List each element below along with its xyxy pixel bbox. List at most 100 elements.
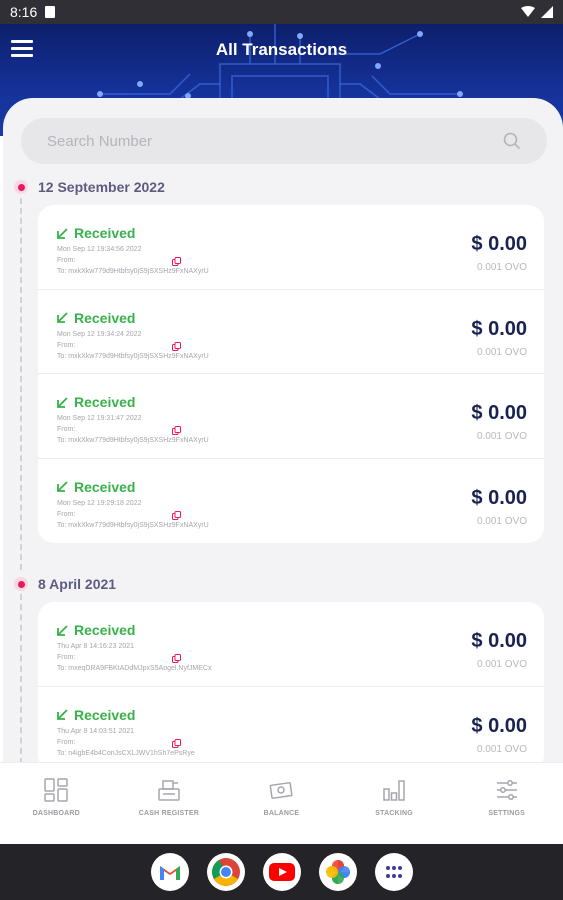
timeline-dot-icon [14, 577, 28, 591]
transaction-from: From: [57, 257, 76, 264]
transaction-date: Thu Apr 8 14:16:23 2021 [57, 643, 135, 650]
transaction-amount: $ 0.00 [471, 486, 527, 509]
transaction-type-label: Received [74, 622, 136, 638]
transaction-coin-amount: 0.001 OVO [476, 743, 527, 755]
timeline-dot-icon [14, 180, 28, 194]
transaction-type-label: Received [74, 394, 136, 410]
transaction-amount: $ 0.00 [471, 630, 527, 652]
nav-label: DASHBOARD [32, 810, 80, 817]
transaction-coin-amount: 0.001 OVO [476, 659, 527, 670]
copy-icon[interactable] [172, 510, 181, 520]
status-time: 8:16 [10, 4, 38, 20]
search-input[interactable] [47, 132, 503, 150]
photos-icon[interactable] [318, 853, 357, 891]
app-drawer-icon[interactable] [374, 853, 413, 891]
transaction-coin-amount: 0.001 OVO [476, 262, 527, 273]
transaction-from: From: [57, 510, 76, 518]
timeline-line [20, 594, 22, 762]
transaction-date: Mon Sep 12 19:31:47 2022 [57, 415, 142, 422]
signal-icon [541, 6, 553, 18]
copy-icon[interactable] [172, 257, 181, 266]
transaction-from: From: [57, 341, 76, 349]
transaction-item[interactable]: Received Thu Apr 8 14:16:23 2021 From: T… [38, 602, 544, 687]
arrow-received-icon [57, 709, 68, 720]
transaction-type: Received [56, 622, 135, 638]
timeline-line [20, 198, 22, 570]
nav-label: STACKING [375, 810, 413, 817]
transaction-type: Received [56, 394, 135, 410]
nav-settings[interactable]: SETTINGS [450, 763, 563, 844]
transaction-card: Received Mon Sep 12 19:34:56 2022 From: … [38, 205, 544, 543]
transaction-from: From: [57, 738, 76, 746]
transaction-to: To: mxeqDRA9FBKtADdMJpxS5Aogel.NyfJMECx [57, 665, 212, 672]
settings-icon [496, 780, 517, 800]
copy-icon[interactable] [172, 426, 181, 435]
stacking-icon [383, 780, 405, 801]
cash-register-icon [158, 780, 180, 801]
transaction-coin-amount: 0.001 OVO [476, 515, 527, 527]
balance-icon [270, 782, 293, 799]
chrome-icon[interactable] [206, 853, 245, 891]
transaction-from: From: [57, 426, 76, 433]
transaction-to: To: mxkXkw779d9Htbfsy0jS9jSXSHz9FxNAXyrU [57, 521, 209, 529]
transactions-panel: 12 September 2022 Received Mon Sep 12 19… [3, 98, 563, 762]
wifi-icon [521, 6, 535, 17]
transaction-item[interactable]: Received Mon Sep 12 19:29:18 2022 From: … [38, 459, 544, 544]
transaction-date: Mon Sep 12 19:34:24 2022 [57, 330, 142, 338]
transaction-type: Received [56, 707, 135, 723]
arrow-received-icon [57, 396, 68, 408]
transaction-coin-amount: 0.001 OVO [476, 431, 527, 442]
arrow-received-icon [57, 312, 68, 323]
gmail-icon[interactable] [150, 853, 189, 891]
copy-icon[interactable] [172, 654, 181, 663]
nav-balance[interactable]: BALANCE [225, 763, 338, 844]
transaction-type-label: Received [74, 706, 136, 723]
page-title: All Transactions [215, 40, 348, 59]
transaction-from: From: [57, 654, 76, 661]
transaction-to: To: mxkXkw779d9Htbfsy0jS9jSXSHz9FxNAXyrU [57, 268, 209, 275]
transaction-item[interactable]: Received Mon Sep 12 19:34:56 2022 From: … [38, 205, 544, 290]
bottom-nav: DASHBOARD CASH REGISTER BALANCE STACKING… [0, 762, 563, 844]
transaction-item[interactable]: Received Mon Sep 12 19:34:24 2022 From: … [38, 290, 544, 374]
date-label: 12 September 2022 [38, 179, 165, 195]
sd-card-icon [45, 6, 56, 18]
date-header: 8 April 2021 [14, 576, 116, 592]
dashboard-icon [44, 778, 69, 802]
transaction-type-label: Received [74, 478, 136, 495]
copy-icon[interactable] [172, 738, 181, 748]
transaction-date: Mon Sep 12 19:34:56 2022 [57, 246, 142, 253]
arrow-received-icon [57, 227, 68, 239]
transaction-to: To: mxkXkw779d9Htbfsy0jS9jSXSHz9FxNAXyrU [57, 437, 209, 444]
transaction-date: Mon Sep 12 19:29:18 2022 [57, 499, 142, 507]
date-header: 12 September 2022 [14, 179, 165, 195]
nav-cash-register[interactable]: CASH REGISTER [113, 763, 226, 844]
transaction-to: To: mxkXkw779d9Htbfsy0jS9jSXSHz9FxNAXyrU [57, 352, 209, 360]
arrow-received-icon [57, 624, 68, 636]
date-label: 8 April 2021 [38, 576, 117, 592]
transaction-type: Received [56, 479, 135, 495]
transaction-item[interactable]: Received Mon Sep 12 19:31:47 2022 From: … [38, 374, 544, 459]
status-bar: 8:16 [0, 0, 563, 24]
nav-stacking[interactable]: STACKING [338, 763, 451, 844]
transaction-amount: $ 0.00 [471, 233, 527, 255]
search-bar[interactable] [21, 118, 547, 164]
copy-icon[interactable] [172, 341, 181, 351]
nav-label: SETTINGS [488, 810, 525, 817]
transaction-to: To: n4igbE4b4ConJsCXLJWV1hSh7ePsRye [57, 749, 195, 757]
arrow-received-icon [57, 481, 68, 492]
transaction-type-label: Received [74, 225, 136, 241]
system-dock [0, 844, 563, 900]
transaction-type: Received [56, 310, 135, 326]
transaction-coin-amount: 0.001 OVO [476, 346, 527, 358]
transaction-type: Received [56, 225, 135, 241]
nav-label: CASH REGISTER [138, 810, 199, 817]
transaction-type-label: Received [74, 309, 136, 326]
search-icon[interactable] [503, 132, 521, 150]
transaction-item[interactable]: Received Thu Apr 8 14:03:51 2021 From: T… [38, 687, 544, 763]
youtube-icon[interactable] [262, 853, 301, 891]
transaction-date: Thu Apr 8 14:03:51 2021 [57, 727, 135, 735]
transaction-amount: $ 0.00 [471, 714, 527, 737]
nav-dashboard[interactable]: DASHBOARD [0, 763, 113, 844]
nav-label: BALANCE [263, 810, 300, 817]
transaction-amount: $ 0.00 [471, 317, 527, 340]
